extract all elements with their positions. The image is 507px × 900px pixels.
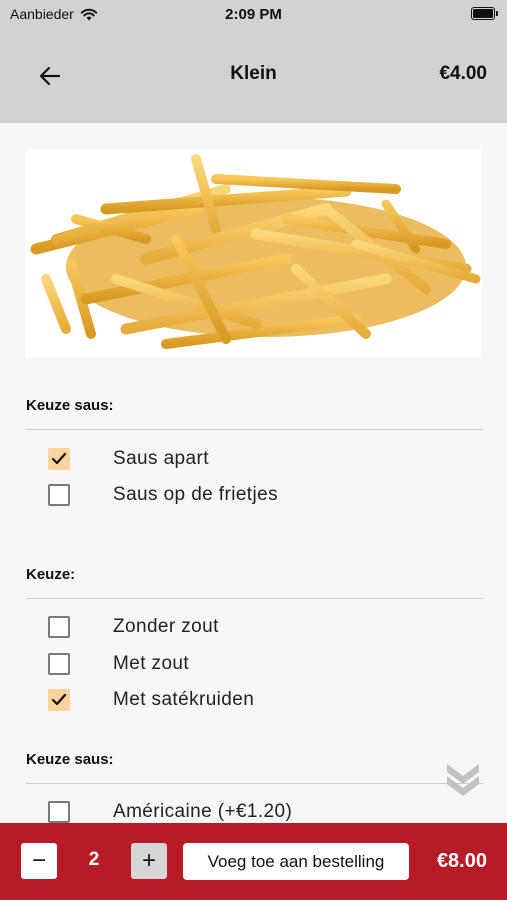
- option-met-satekruiden[interactable]: Met satékruiden: [48, 687, 254, 713]
- option-label: Met satékruiden: [113, 689, 255, 710]
- option-saus-apart[interactable]: Saus apart: [48, 446, 209, 472]
- option-label: Met zout: [113, 653, 190, 674]
- checkbox-checked[interactable]: [48, 689, 70, 711]
- fries-image: [26, 149, 482, 357]
- checkbox-unchecked[interactable]: [48, 616, 70, 638]
- decrease-quantity-button[interactable]: −: [21, 843, 57, 879]
- checkbox-unchecked[interactable]: [48, 801, 70, 823]
- product-options: Keuze saus: Saus apart Saus op de frietj…: [0, 123, 507, 823]
- nav-bar: Klein €4.00: [0, 30, 507, 123]
- quantity-value: 2: [88, 849, 100, 870]
- option-met-zout[interactable]: Met zout: [48, 651, 189, 677]
- checkbox-unchecked[interactable]: [48, 484, 70, 506]
- battery-icon: [471, 7, 498, 20]
- checkbox-checked[interactable]: [48, 448, 70, 470]
- divider: [26, 429, 483, 430]
- increase-quantity-button[interactable]: +: [131, 843, 167, 879]
- scroll-down-icon[interactable]: [445, 760, 481, 796]
- add-to-order-button[interactable]: Voeg toe aan bestelling: [183, 843, 409, 880]
- option-label: Saus op de frietjes: [113, 484, 278, 505]
- page-title: Klein: [230, 63, 277, 84]
- option-label: Américaine (+€1.20): [113, 801, 293, 822]
- total-price: €8.00: [436, 850, 487, 872]
- option-label: Zonder zout: [113, 616, 219, 637]
- option-zonder-zout[interactable]: Zonder zout: [48, 614, 218, 640]
- order-bar: − 2 + Voeg toe aan bestelling €8.00: [0, 823, 507, 900]
- section-title-sauce-2: Keuze saus:: [26, 751, 114, 768]
- checkbox-unchecked[interactable]: [48, 653, 70, 675]
- divider: [26, 598, 483, 599]
- option-saus-op-de-frietjes[interactable]: Saus op de frietjes: [48, 482, 278, 508]
- checkmark-icon: [51, 452, 67, 465]
- option-label: Saus apart: [113, 448, 209, 469]
- option-americaine[interactable]: Américaine (+€1.20): [48, 799, 292, 823]
- status-bar: Aanbieder 2:09 PM: [0, 0, 507, 30]
- section-title-choice: Keuze:: [26, 566, 76, 583]
- checkmark-icon: [51, 693, 67, 706]
- section-title-sauce: Keuze saus:: [26, 397, 114, 414]
- item-price: €4.00: [439, 63, 487, 84]
- divider: [26, 783, 483, 784]
- status-time: 2:09 PM: [225, 6, 282, 23]
